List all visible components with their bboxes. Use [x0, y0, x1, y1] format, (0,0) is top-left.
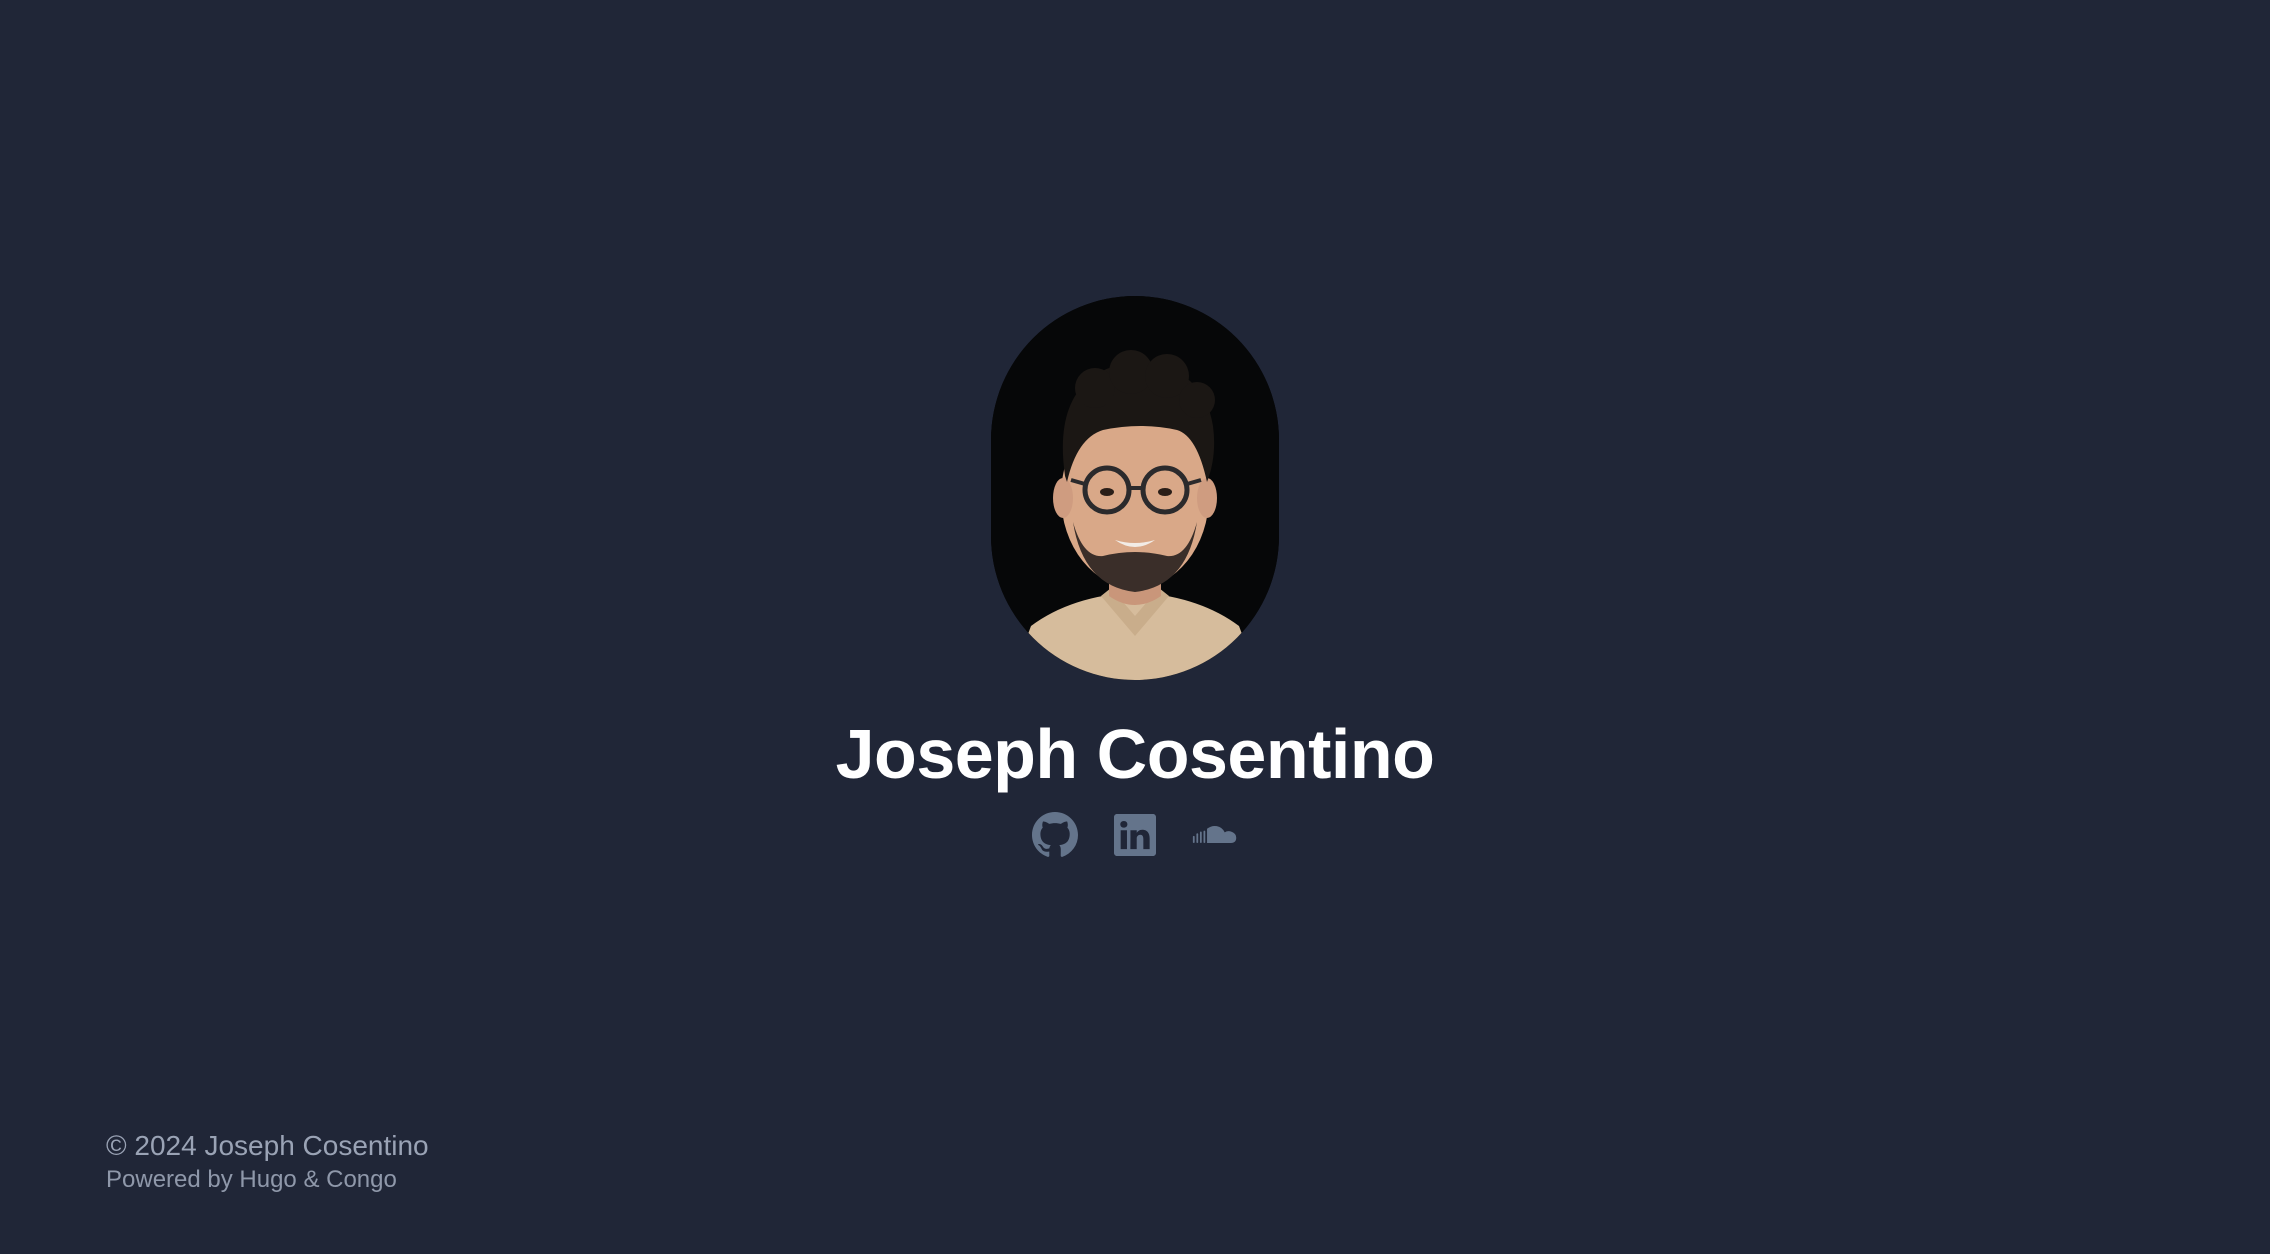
avatar	[991, 296, 1279, 680]
powered-by-text: Powered by Hugo & Congo	[106, 1166, 397, 1193]
profile-hero: Joseph Cosentino	[0, 296, 2270, 858]
github-link[interactable]	[1032, 812, 1078, 858]
avatar-portrait	[991, 296, 1279, 680]
soundcloud-icon	[1192, 825, 1237, 843]
social-links	[1032, 812, 1238, 858]
linkedin-link[interactable]	[1112, 812, 1158, 858]
profile-name: Joseph Cosentino	[835, 715, 1435, 793]
linkedin-icon	[1114, 814, 1156, 856]
footer: © 2024 Joseph Cosentino Powered by Hugo …	[106, 1128, 429, 1196]
soundcloud-link[interactable]	[1192, 812, 1238, 858]
copyright-text: © 2024 Joseph Cosentino	[106, 1130, 429, 1161]
page: Joseph Cosentino © 2024 Joseph Cosentino…	[0, 0, 2270, 1254]
github-icon	[1032, 812, 1078, 857]
